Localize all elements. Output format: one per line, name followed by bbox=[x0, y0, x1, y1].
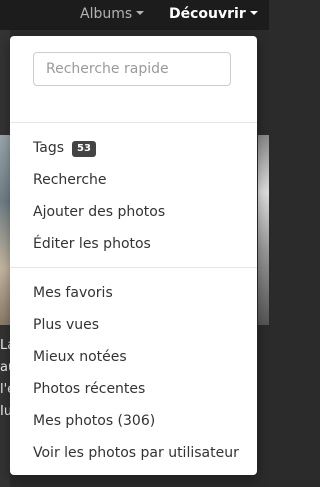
menu-item-label: Tags bbox=[33, 140, 64, 156]
menu-item-tags[interactable]: Tags 53 bbox=[33, 138, 96, 158]
menu-item-editer-photos[interactable]: Éditer les photos bbox=[33, 234, 151, 254]
nav-albums-menu[interactable]: Albums bbox=[80, 6, 145, 22]
quick-search-input[interactable] bbox=[33, 52, 231, 86]
caret-down-icon bbox=[249, 11, 258, 15]
background-photo-left bbox=[0, 135, 10, 325]
top-navbar: Albums Découvrir bbox=[0, 0, 269, 30]
tags-count-badge: 53 bbox=[72, 141, 96, 157]
menu-item-mes-favoris[interactable]: Mes favoris bbox=[33, 283, 113, 303]
menu-item-mes-photos[interactable]: Mes photos (306) bbox=[33, 411, 155, 431]
menu-item-recherche[interactable]: Recherche bbox=[33, 170, 107, 190]
menu-item-plus-vues[interactable]: Plus vues bbox=[33, 315, 99, 335]
nav-albums-label: Albums bbox=[80, 6, 133, 22]
nav-decouvrir-label: Découvrir bbox=[169, 6, 246, 22]
menu-item-ajouter-photos[interactable]: Ajouter des photos bbox=[33, 202, 165, 222]
background-photo-right bbox=[258, 135, 269, 325]
decouvrir-dropdown-menu: Tags 53 Recherche Ajouter des photos Édit… bbox=[10, 36, 257, 475]
menu-item-photos-par-utilisateur[interactable]: Voir les photos par utilisateur bbox=[33, 443, 239, 463]
menu-divider bbox=[10, 267, 257, 268]
menu-item-mieux-notees[interactable]: Mieux notées bbox=[33, 347, 127, 367]
caret-down-icon bbox=[136, 11, 145, 15]
menu-divider bbox=[10, 122, 257, 123]
menu-item-photos-recentes[interactable]: Photos récentes bbox=[33, 379, 145, 399]
nav-decouvrir-menu[interactable]: Découvrir bbox=[169, 6, 258, 22]
